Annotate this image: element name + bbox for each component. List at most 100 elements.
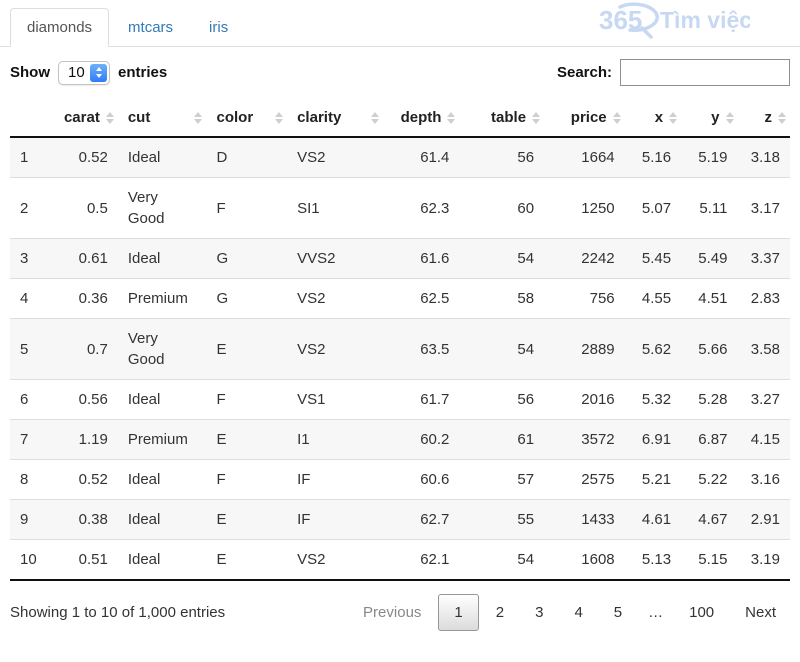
column-header-color[interactable]: color bbox=[206, 99, 287, 137]
cell: 1250 bbox=[544, 178, 625, 239]
cell: 1433 bbox=[544, 500, 625, 540]
page-button-2[interactable]: 2 bbox=[482, 595, 518, 630]
table-info: Showing 1 to 10 of 1,000 entries bbox=[10, 604, 225, 621]
cell: Ideal bbox=[118, 500, 207, 540]
page-button-5[interactable]: 5 bbox=[600, 595, 636, 630]
sort-icon bbox=[669, 112, 677, 124]
cell: 61 bbox=[459, 420, 544, 460]
cell: Very Good bbox=[118, 178, 207, 239]
table-row[interactable]: 10.52IdealDVS261.45616645.165.193.18 bbox=[10, 137, 790, 178]
row-index: 10 bbox=[10, 540, 40, 581]
cell: 2.91 bbox=[738, 500, 791, 540]
row-index: 3 bbox=[10, 239, 40, 279]
cell: 4.51 bbox=[681, 279, 737, 319]
column-header-x[interactable]: x bbox=[625, 99, 681, 137]
cell: G bbox=[206, 279, 287, 319]
column-header-price[interactable]: price bbox=[544, 99, 625, 137]
cell: Premium bbox=[118, 420, 207, 460]
page-button-1[interactable]: 1 bbox=[438, 594, 478, 631]
tab-iris[interactable]: iris bbox=[192, 8, 245, 47]
column-label: cut bbox=[128, 109, 151, 126]
cell: 62.7 bbox=[383, 500, 460, 540]
sort-icon bbox=[275, 112, 283, 124]
tab-mtcars[interactable]: mtcars bbox=[111, 8, 190, 47]
cell: 2242 bbox=[544, 239, 625, 279]
page-button-100[interactable]: 100 bbox=[675, 595, 728, 630]
table-row[interactable]: 60.56IdealFVS161.75620165.325.283.27 bbox=[10, 380, 790, 420]
data-table: carat cut color claritydepthtable price x y z 1… bbox=[10, 99, 790, 581]
cell: 5.45 bbox=[625, 239, 681, 279]
cell: 5.15 bbox=[681, 540, 737, 581]
cell: E bbox=[206, 500, 287, 540]
table-footer: Showing 1 to 10 of 1,000 entries Previou… bbox=[10, 594, 790, 631]
table-controls: Show 10 entries Search: bbox=[10, 59, 790, 86]
cell: 1664 bbox=[544, 137, 625, 178]
cell: 5.16 bbox=[625, 137, 681, 178]
cell: 6.87 bbox=[681, 420, 737, 460]
cell: D bbox=[206, 137, 287, 178]
column-label: color bbox=[216, 109, 253, 126]
column-header-cut[interactable]: cut bbox=[118, 99, 207, 137]
cell: 62.5 bbox=[383, 279, 460, 319]
table-row[interactable]: 20.5Very GoodFSI162.36012505.075.113.17 bbox=[10, 178, 790, 239]
column-header-y[interactable]: y bbox=[681, 99, 737, 137]
sort-icon bbox=[194, 112, 202, 124]
sort-icon bbox=[106, 112, 114, 124]
cell: 0.52 bbox=[40, 137, 118, 178]
row-index: 8 bbox=[10, 460, 40, 500]
tab-diamonds[interactable]: diamonds bbox=[10, 8, 109, 47]
cell: 1.19 bbox=[40, 420, 118, 460]
page-ellipsis: … bbox=[639, 595, 672, 630]
page-button-4[interactable]: 4 bbox=[560, 595, 596, 630]
cell: 63.5 bbox=[383, 319, 460, 380]
cell: 55 bbox=[459, 500, 544, 540]
show-label: Show bbox=[10, 64, 50, 81]
cell: Ideal bbox=[118, 460, 207, 500]
table-row[interactable]: 50.7Very GoodEVS263.55428895.625.663.58 bbox=[10, 319, 790, 380]
cell: 1608 bbox=[544, 540, 625, 581]
column-header-z[interactable]: z bbox=[738, 99, 791, 137]
pagination: Previous12345…100Next bbox=[346, 594, 790, 631]
column-label: z bbox=[765, 109, 773, 126]
cell: 0.5 bbox=[40, 178, 118, 239]
column-label: y bbox=[711, 109, 719, 126]
cell: 4.55 bbox=[625, 279, 681, 319]
cell: 6.91 bbox=[625, 420, 681, 460]
sort-icon bbox=[371, 112, 379, 124]
column-label: price bbox=[571, 109, 607, 126]
page-size-select[interactable]: 10 bbox=[58, 61, 110, 85]
page-button-next[interactable]: Next bbox=[731, 595, 790, 630]
cell: 61.6 bbox=[383, 239, 460, 279]
cell: 2575 bbox=[544, 460, 625, 500]
cell: 54 bbox=[459, 239, 544, 279]
table-row[interactable]: 90.38IdealEIF62.75514334.614.672.91 bbox=[10, 500, 790, 540]
cell: 5.32 bbox=[625, 380, 681, 420]
cell: 3.18 bbox=[738, 137, 791, 178]
cell: 0.7 bbox=[40, 319, 118, 380]
search-input[interactable] bbox=[620, 59, 790, 86]
column-header-depth[interactable]: depth bbox=[383, 99, 460, 137]
cell: 5.11 bbox=[681, 178, 737, 239]
column-header-carat[interactable]: carat bbox=[40, 99, 118, 137]
select-stepper-icon bbox=[90, 64, 107, 82]
cell: G bbox=[206, 239, 287, 279]
cell: SI1 bbox=[287, 178, 383, 239]
table-row[interactable]: 71.19PremiumEI160.26135726.916.874.15 bbox=[10, 420, 790, 460]
page-button-3[interactable]: 3 bbox=[521, 595, 557, 630]
table-row[interactable]: 80.52IdealFIF60.65725755.215.223.16 bbox=[10, 460, 790, 500]
cell: 3.19 bbox=[738, 540, 791, 581]
cell: F bbox=[206, 460, 287, 500]
cell: 756 bbox=[544, 279, 625, 319]
table-row[interactable]: 30.61IdealGVVS261.65422425.455.493.37 bbox=[10, 239, 790, 279]
column-header-clarity[interactable]: clarity bbox=[287, 99, 383, 137]
tab-bar: diamondsmtcarsiris bbox=[0, 0, 800, 47]
cell: 61.7 bbox=[383, 380, 460, 420]
cell: E bbox=[206, 420, 287, 460]
table-row[interactable]: 40.36PremiumGVS262.5587564.554.512.83 bbox=[10, 279, 790, 319]
page-button-previous[interactable]: Previous bbox=[349, 595, 435, 630]
cell: E bbox=[206, 540, 287, 581]
cell: 5.07 bbox=[625, 178, 681, 239]
column-header-table[interactable]: table bbox=[459, 99, 544, 137]
table-row[interactable]: 100.51IdealEVS262.15416085.135.153.19 bbox=[10, 540, 790, 581]
cell: 0.56 bbox=[40, 380, 118, 420]
